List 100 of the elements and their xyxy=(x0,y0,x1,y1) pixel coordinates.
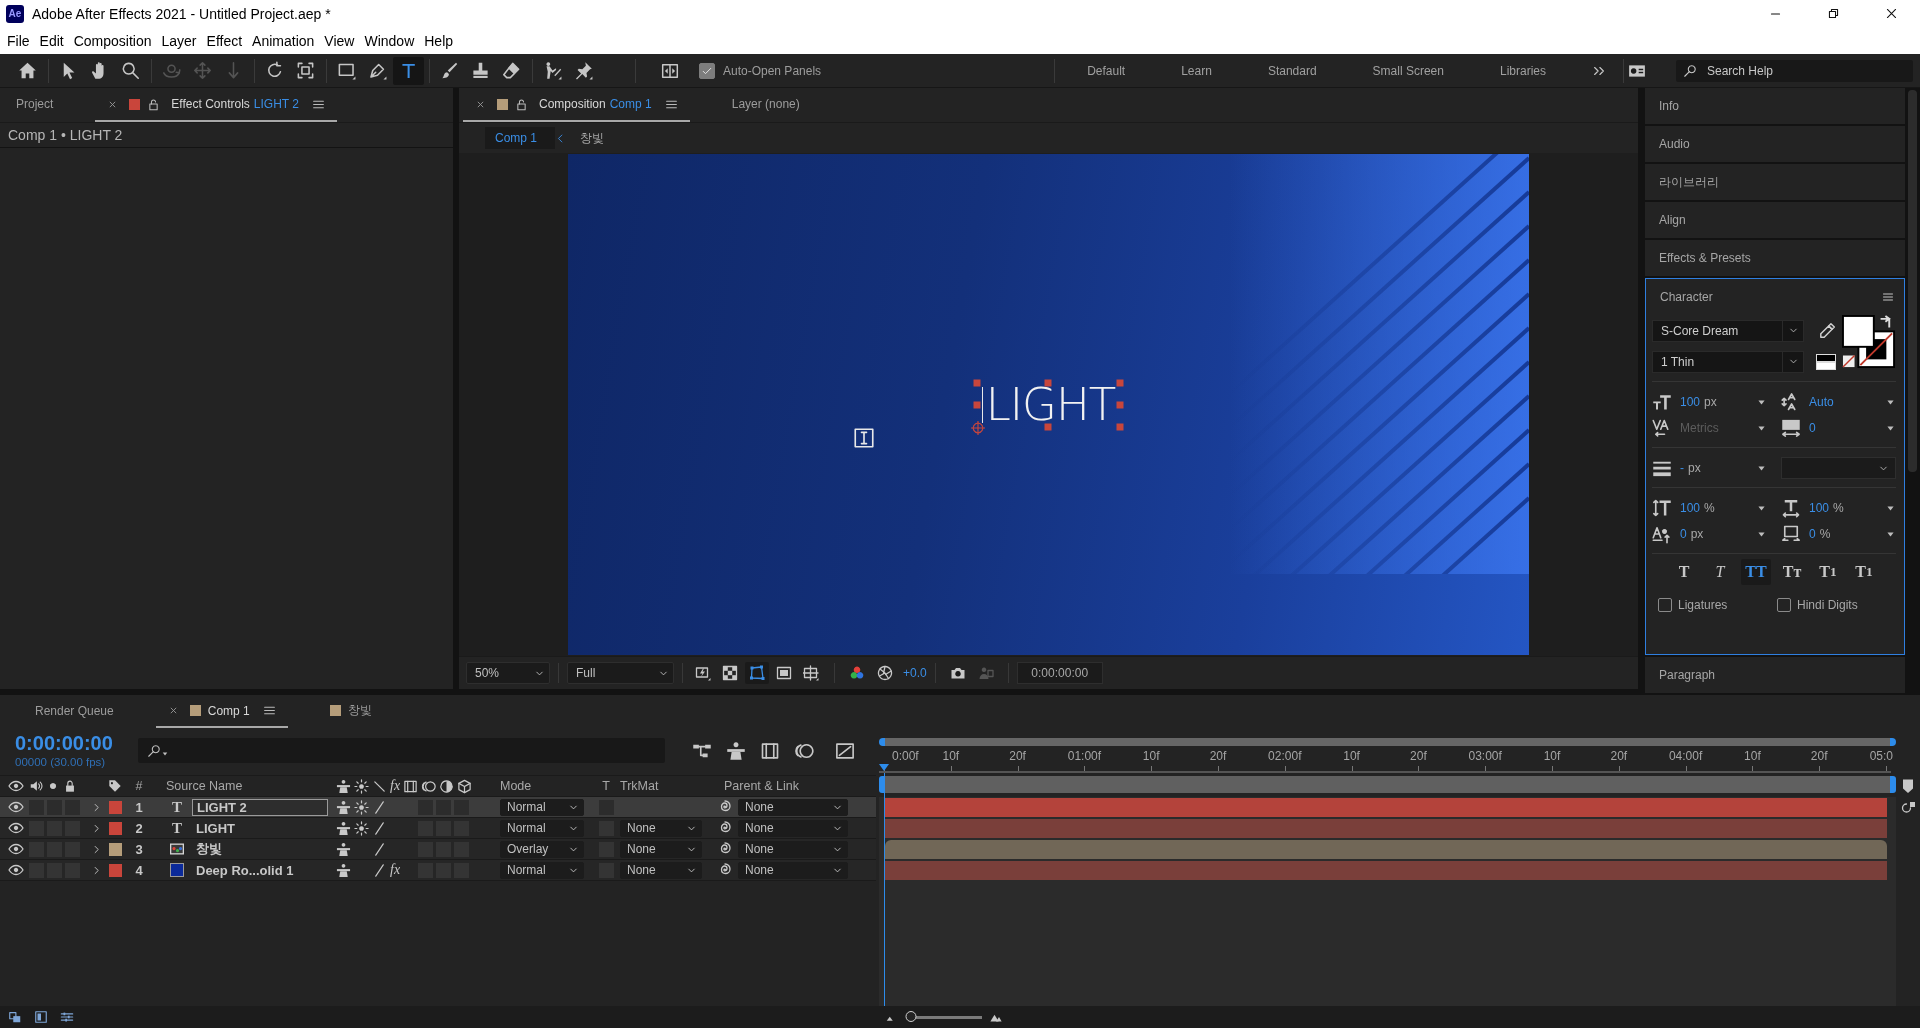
workspace-tab[interactable]: Default xyxy=(1059,63,1154,78)
shy-figure-icon[interactable] xyxy=(336,841,351,857)
panel-tab[interactable]: Effect Controls LIGHT 2 xyxy=(95,88,337,122)
panel-title[interactable]: Audio xyxy=(1659,137,1690,151)
pentagon-marker-icon[interactable] xyxy=(1900,778,1916,794)
blend-mode-dropdown[interactable]: Overlay xyxy=(500,840,584,858)
layer-name[interactable]: LIGHT xyxy=(192,819,239,837)
transform-handle-icon[interactable] xyxy=(973,401,981,408)
current-timecode[interactable]: 0:00:00:00 xyxy=(15,732,138,755)
layer-search-field[interactable] xyxy=(138,738,665,763)
workspace-tab[interactable]: Libraries xyxy=(1471,63,1574,78)
panel-tab[interactable]: Composition Comp 1 xyxy=(463,88,690,122)
square-panel-icon[interactable] xyxy=(34,1010,48,1024)
transform-handle-icon[interactable] xyxy=(1116,379,1124,386)
checkbox-label[interactable]: Ligatures xyxy=(1678,598,1728,612)
slash-icon[interactable] xyxy=(372,799,387,815)
horizontal-scale-value[interactable]: 100 xyxy=(1809,501,1830,515)
column-header[interactable]: Parent & Link xyxy=(724,779,844,793)
padlock-icon[interactable] xyxy=(147,97,161,111)
composition-canvas[interactable]: LIGHT xyxy=(568,154,1529,655)
menu-item[interactable]: Composition xyxy=(68,32,157,49)
column-header[interactable]: T xyxy=(598,779,614,793)
shy-figure-icon[interactable] xyxy=(336,799,351,815)
graph-box-icon[interactable] xyxy=(835,740,855,761)
checkbox-label[interactable]: Auto-Open Panels xyxy=(723,63,822,78)
anchor-point-icon[interactable] xyxy=(970,420,985,435)
layer-row[interactable]: 2 T LIGHT Normal None None xyxy=(0,818,876,839)
parent-dropdown[interactable]: None xyxy=(738,798,848,816)
column-header[interactable]: # xyxy=(128,779,150,793)
label-color-icon[interactable] xyxy=(108,800,122,814)
current-time-field[interactable]: 0:00:00:00 xyxy=(1016,662,1103,684)
font-family-dropdown[interactable]: S-Core Dream xyxy=(1652,319,1804,342)
blend-mode-dropdown[interactable]: Normal xyxy=(500,798,584,816)
exposure-value[interactable]: +0.0 xyxy=(903,666,927,680)
panel-title[interactable]: Effects & Presets xyxy=(1659,251,1751,265)
track-matte-dropdown[interactable]: None xyxy=(620,819,702,837)
tsume-value[interactable]: 0 xyxy=(1809,527,1816,541)
panel-title[interactable]: 라이브러리 xyxy=(1659,173,1719,191)
layer-name[interactable]: Deep Ro...olid 1 xyxy=(192,861,298,879)
menu-icon[interactable] xyxy=(262,704,276,717)
ring-with-square-icon[interactable] xyxy=(1900,799,1916,816)
shy-figure-icon[interactable] xyxy=(336,862,351,878)
all-caps-button[interactable]: TT xyxy=(1741,559,1771,585)
dock-panel[interactable]: Info xyxy=(1645,88,1905,124)
leading-value[interactable]: Auto xyxy=(1809,395,1834,409)
label-color-icon[interactable] xyxy=(108,821,122,835)
eyedropper-icon[interactable] xyxy=(1818,321,1836,340)
column-header[interactable]: Source Name xyxy=(166,779,330,793)
scrollbar[interactable] xyxy=(1908,90,1917,472)
menu-item[interactable]: Help xyxy=(419,32,459,49)
menu-item[interactable]: View xyxy=(319,32,360,49)
aperture-icon[interactable] xyxy=(877,665,893,681)
blend-mode-dropdown[interactable]: Normal xyxy=(500,861,584,879)
panel-tab[interactable]: Layer (none) xyxy=(719,88,812,122)
effects-switch[interactable]: fx xyxy=(390,862,405,878)
sliders-icon[interactable] xyxy=(60,1010,74,1024)
layer-name[interactable]: 창빛 xyxy=(192,840,226,858)
checkbox[interactable] xyxy=(699,62,715,79)
blend-mode-dropdown[interactable]: Normal xyxy=(500,819,584,837)
workspace-tab[interactable]: Small Screen xyxy=(1344,63,1472,78)
search-help-field[interactable]: Search Help xyxy=(1676,59,1913,82)
label-color-icon[interactable] xyxy=(108,863,122,877)
workspace-tab[interactable]: Standard xyxy=(1239,63,1345,78)
canvas-text[interactable]: LIGHT xyxy=(985,384,1116,425)
faux-italic-button[interactable]: T xyxy=(1705,559,1735,585)
menu-item[interactable]: Effect xyxy=(201,32,248,49)
panel-tab[interactable]: Comp 1 xyxy=(155,695,288,728)
eye-icon[interactable] xyxy=(8,799,24,815)
panel-tab[interactable]: Project xyxy=(4,88,66,122)
slash-icon[interactable] xyxy=(372,820,387,836)
panel-title[interactable]: Character xyxy=(1660,290,1713,304)
track-matte-dropdown[interactable]: None xyxy=(620,840,702,858)
transform-handle-icon[interactable] xyxy=(973,379,981,386)
dock-panel[interactable]: 라이브러리 xyxy=(1645,164,1905,200)
workspace-tab[interactable]: Learn xyxy=(1153,63,1240,78)
tracking-value[interactable]: 0 xyxy=(1809,421,1816,435)
track-matte-dropdown[interactable]: None xyxy=(620,861,702,879)
menu-icon[interactable] xyxy=(1882,291,1894,303)
checkbox-label[interactable]: Hindi Digits xyxy=(1797,598,1858,612)
sun-icon[interactable] xyxy=(354,799,369,815)
shy-figure-icon[interactable] xyxy=(336,820,351,836)
shy-figure-icon[interactable] xyxy=(726,740,746,761)
eye-icon[interactable] xyxy=(8,841,24,857)
comp-breadcrumb[interactable]: 창빛 xyxy=(572,127,613,149)
eye-icon[interactable] xyxy=(8,862,24,878)
checkbox[interactable] xyxy=(1777,598,1791,612)
layer-row[interactable]: 1 T LIGHT 2 Normal None xyxy=(0,797,876,818)
split-panel-icon[interactable] xyxy=(661,61,679,80)
film-frames-icon[interactable] xyxy=(760,740,780,761)
panel-tab[interactable]: Render Queue xyxy=(23,695,126,728)
menu-item[interactable]: Edit xyxy=(34,32,69,49)
panel-tab[interactable]: 창빛 xyxy=(317,695,384,728)
vertical-scale-value[interactable]: 100 xyxy=(1680,501,1701,515)
parent-dropdown[interactable]: None xyxy=(738,861,848,879)
column-header[interactable]: Mode xyxy=(500,779,592,793)
font-style-dropdown[interactable]: 1 Thin xyxy=(1652,350,1804,373)
transform-handle-icon[interactable] xyxy=(1116,423,1124,430)
dock-panel[interactable]: Audio xyxy=(1645,126,1905,162)
stacked-squares-icon[interactable] xyxy=(8,1010,22,1024)
default-colors-icon[interactable] xyxy=(1816,353,1836,370)
